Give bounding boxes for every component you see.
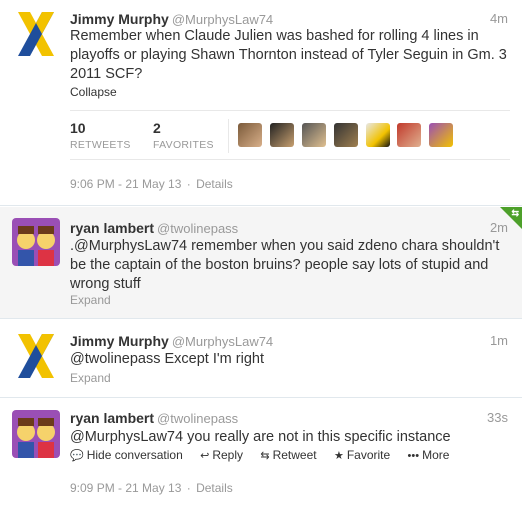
author-name[interactable]: Jimmy Murphy (70, 333, 169, 349)
details-link[interactable]: Details (196, 177, 233, 191)
tweet-time[interactable]: 1m (490, 332, 508, 350)
tweet-meta: 9:09 PM - 21 May 13 · Details (70, 481, 233, 495)
stats-divider (228, 119, 229, 153)
favorites-count: 2 (153, 120, 161, 136)
more-label: More (422, 448, 450, 462)
tweet-2-header: ryan lambert @twolinepass (70, 219, 238, 237)
avatar-ryan-lambert[interactable] (12, 410, 60, 458)
retweet-button[interactable]: ⇆ Retweet (260, 448, 316, 462)
hide-conversation-label: Hide conversation (86, 448, 183, 462)
tweet-text: Remember when Claude Julien was bashed f… (70, 28, 507, 82)
tweet-text: @twolinepass Except I'm right (70, 351, 264, 367)
ribbon-avatar-image (12, 332, 60, 380)
retweeter-avatar[interactable] (365, 123, 390, 147)
retweet-icon: ⇆ (260, 450, 270, 462)
retweets-count: 10 (70, 120, 86, 136)
tweet-2[interactable]: ⇆ ryan lambert @twolinepass 2m .@MurphysL… (0, 207, 522, 319)
tweet-time[interactable]: 2m (490, 219, 508, 237)
favorites-stat[interactable]: 2 FAVORITES (153, 120, 214, 151)
tweet-text: .@MurphysLaw74 remember when you said zd… (70, 238, 500, 292)
expand-link[interactable]: Expand (70, 293, 111, 307)
retweeter-avatar[interactable] (333, 123, 358, 147)
author-handle[interactable]: @MurphysLaw74 (172, 334, 273, 349)
tweet-1-header: Jimmy Murphy @MurphysLaw74 (70, 10, 273, 28)
avatar-jimmy-murphy[interactable] (12, 10, 60, 58)
author-name[interactable]: Jimmy Murphy (70, 11, 169, 27)
tweet-timestamp[interactable]: 9:06 PM - 21 May 13 (70, 177, 181, 191)
retweeter-avatar[interactable] (397, 123, 422, 147)
retweeter-avatar[interactable] (238, 123, 262, 147)
tweet-1[interactable]: Jimmy Murphy @MurphysLaw74 4m Remember wh… (0, 0, 522, 206)
tweet-4[interactable]: ryan lambert @twolinepass 33s @MurphysLaw… (0, 399, 522, 508)
tweet-4-header: ryan lambert @twolinepass (70, 409, 238, 427)
author-handle[interactable]: @MurphysLaw74 (172, 12, 273, 27)
retweeter-avatar[interactable] (429, 123, 454, 147)
reply-button[interactable]: ↩ Reply (200, 448, 243, 462)
collapse-link[interactable]: Collapse (70, 85, 117, 99)
author-handle[interactable]: @twolinepass (157, 411, 238, 426)
retweets-label: RETWEETS (70, 139, 131, 151)
avatar-jimmy-murphy[interactable] (12, 332, 60, 380)
more-button[interactable]: ••• More (408, 448, 450, 462)
hide-conversation-button[interactable]: 💬 Hide conversation (70, 448, 183, 462)
tweet-text: @MurphysLaw74 you really are not in this… (70, 429, 451, 445)
author-name[interactable]: ryan lambert (70, 220, 154, 236)
ribbon-avatar-image (12, 10, 60, 58)
tweet-timestamp[interactable]: 9:09 PM - 21 May 13 (70, 481, 181, 495)
retweet-label: Retweet (272, 448, 317, 462)
tweet-3-header: Jimmy Murphy @MurphysLaw74 (70, 332, 273, 350)
ellipsis-icon: ••• (407, 450, 420, 462)
retweet-corner-glyph: ⇆ (511, 208, 519, 218)
cartoon-avatar-image (12, 410, 60, 458)
avatar-ryan-lambert[interactable] (12, 218, 60, 266)
expand-link[interactable]: Expand (70, 371, 111, 385)
retweeter-avatars (238, 123, 457, 147)
details-link[interactable]: Details (196, 481, 233, 495)
favorite-label: Favorite (346, 448, 391, 462)
tweet-meta: 9:06 PM - 21 May 13 · Details (70, 177, 233, 191)
retweeter-avatar[interactable] (301, 123, 326, 147)
cartoon-avatar-image (12, 218, 60, 266)
speech-bubble-icon: 💬 (70, 450, 84, 462)
star-icon: ★ (333, 450, 344, 462)
tweet-stats: 10 RETWEETS 2 FAVORITES (70, 110, 510, 160)
retweeter-avatar[interactable] (269, 123, 294, 147)
author-name[interactable]: ryan lambert (70, 410, 154, 426)
favorite-button[interactable]: ★ Favorite (334, 448, 390, 462)
tweet-time[interactable]: 33s (487, 409, 508, 427)
tweet-time[interactable]: 4m (490, 10, 508, 28)
author-handle[interactable]: @twolinepass (157, 221, 238, 236)
tweet-actions: 💬 Hide conversation ↩ Reply ⇆ Retweet ★ Favo… (70, 448, 463, 462)
retweets-stat[interactable]: 10 RETWEETS (70, 120, 131, 151)
reply-label: Reply (212, 448, 244, 462)
tweet-3[interactable]: Jimmy Murphy @MurphysLaw74 1m @twolinepas… (0, 320, 522, 398)
favorites-label: FAVORITES (153, 139, 214, 151)
reply-arrow-icon: ↩ (200, 450, 210, 462)
